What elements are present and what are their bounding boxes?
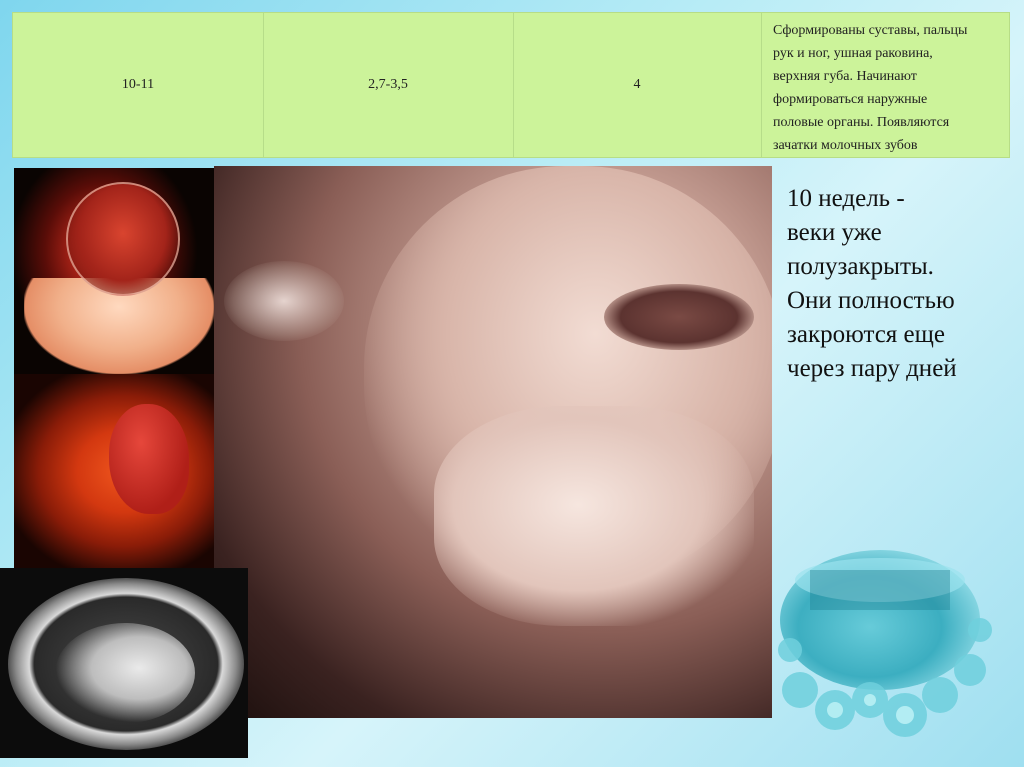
caption-line: Они полностью <box>787 287 955 314</box>
embryo-xray-photo <box>0 568 248 758</box>
description-line: половые органы. Появляются <box>773 115 950 130</box>
caption-line: закроются еще <box>787 321 945 348</box>
caption-line: через пару дней <box>787 355 957 382</box>
length-value: 2,7-3,5 <box>368 77 408 92</box>
embryo-silhouette <box>55 623 195 723</box>
embryo-body <box>109 404 189 514</box>
description-line: Сформированы суставы, пальцы <box>773 23 968 38</box>
decorative-glass-globe <box>778 550 992 737</box>
caption-line: полузакрыты. <box>787 253 934 280</box>
description-cell: Сформированы суставы, пальцы рук и ног, … <box>761 13 1011 157</box>
caption-line: 10 недель - <box>787 185 905 212</box>
length-cell: 2,7-3,5 <box>263 13 513 157</box>
description-line: рук и ног, ушная раковина, <box>773 46 933 61</box>
weeks-value: 10-11 <box>121 77 155 92</box>
embryo-photo-2 <box>14 374 214 568</box>
caption-text: 10 недель - веки уже полузакрыты. Они по… <box>787 182 1007 386</box>
info-table-row: 10-11 2,7-3,5 4 Сформированы суставы, па… <box>12 12 1010 158</box>
description-line: формироваться наружные <box>773 92 928 107</box>
blurred-background <box>224 261 344 341</box>
weight-value: 4 <box>633 77 641 92</box>
caption-line: веки уже <box>787 219 882 246</box>
fetus-face-photo <box>214 166 772 718</box>
description-line: верхняя губа. Начинают <box>773 69 917 84</box>
fetus-hand <box>434 406 754 626</box>
weight-cell: 4 <box>513 13 761 157</box>
weeks-cell: 10-11 <box>13 13 263 157</box>
embryo-photo-1 <box>14 168 214 374</box>
description-line: зачатки молочных зубов <box>773 138 918 153</box>
amniotic-sac <box>66 182 180 296</box>
fetus-eye <box>604 284 754 350</box>
